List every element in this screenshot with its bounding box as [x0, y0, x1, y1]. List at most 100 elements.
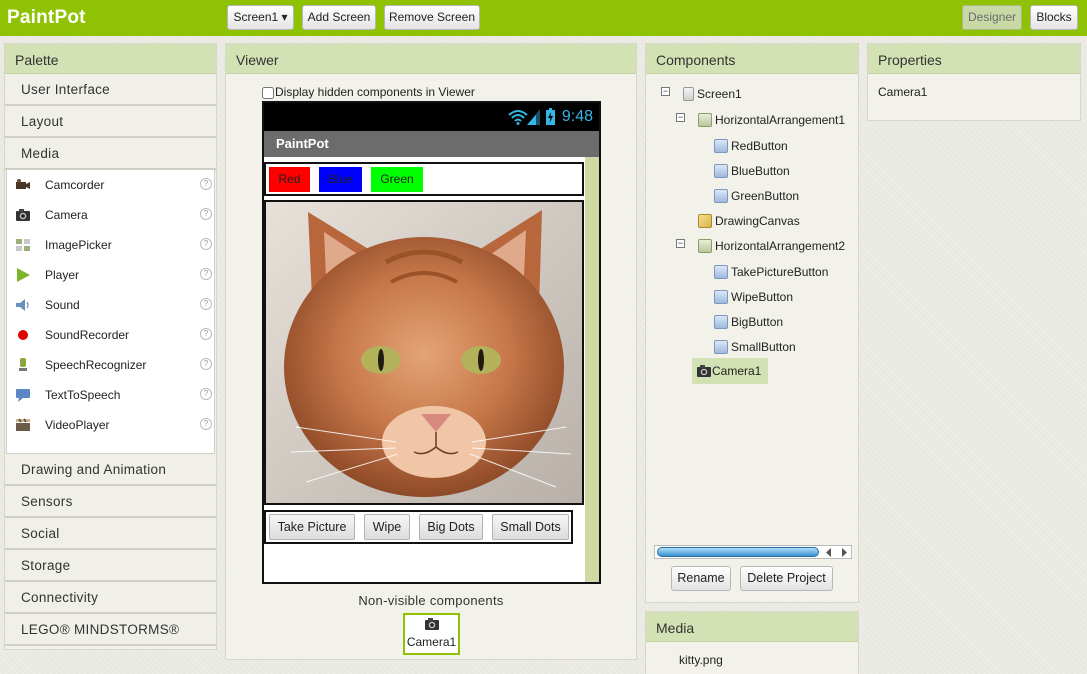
scroll-right-arrow-icon[interactable]: [840, 548, 848, 557]
horizontal-arrangement-2[interactable]: Take Picture Wipe Big Dots Small Dots: [264, 510, 573, 544]
scroll-left-arrow-icon[interactable]: [825, 548, 833, 557]
wifi-icon: [508, 110, 528, 125]
palette-item-speechrecognizer[interactable]: SpeechRecognizer ?: [7, 350, 217, 380]
help-icon[interactable]: ?: [200, 208, 212, 220]
horizontal-arrangement-1[interactable]: Red Blue Green: [264, 162, 584, 196]
screen-icon: [683, 87, 694, 101]
components-horizontal-scrollbar[interactable]: [654, 545, 852, 559]
help-icon[interactable]: ?: [200, 388, 212, 400]
palette-panel: Palette User Interface Layout Media Camc…: [4, 43, 217, 650]
designer-button[interactable]: Designer: [962, 5, 1022, 30]
palette-category-media[interactable]: Media: [5, 138, 216, 170]
collapse-ha1-icon[interactable]: −: [676, 113, 685, 122]
nonvisible-camera1[interactable]: Camera1: [403, 613, 460, 655]
palette-category-lego-mindstorms[interactable]: LEGO® MINDSTORMS®: [5, 614, 216, 646]
help-icon[interactable]: ?: [200, 178, 212, 190]
help-icon[interactable]: ?: [200, 358, 212, 370]
drawing-canvas[interactable]: [264, 200, 584, 505]
button-icon: [714, 139, 728, 153]
palette-category-social[interactable]: Social: [5, 518, 216, 550]
palette-item-soundrecorder[interactable]: SoundRecorder ?: [7, 320, 217, 350]
camcorder-icon: [16, 179, 30, 189]
tree-item-horizontalarrangement1[interactable]: HorizontalArrangement1: [698, 109, 845, 131]
properties-title: Properties: [868, 44, 1080, 74]
tree-item-camera1-selected[interactable]: Camera1: [692, 358, 768, 384]
take-picture-button[interactable]: Take Picture: [269, 514, 355, 540]
button-icon: [714, 290, 728, 304]
collapse-ha2-icon[interactable]: −: [676, 239, 685, 248]
help-icon[interactable]: ?: [200, 268, 212, 280]
camera-icon: [424, 618, 439, 630]
palette-category-drawing-animation[interactable]: Drawing and Animation: [5, 454, 216, 486]
palette-item-camera[interactable]: Camera ?: [7, 200, 217, 230]
tree-item-drawingcanvas[interactable]: DrawingCanvas: [698, 210, 800, 232]
camera-icon: [697, 365, 711, 377]
button-icon: [714, 265, 728, 279]
help-icon[interactable]: ?: [200, 328, 212, 340]
red-button[interactable]: Red: [269, 167, 310, 192]
help-icon[interactable]: ?: [200, 298, 212, 310]
viewer-panel: Viewer Display hidden components in View…: [225, 43, 637, 660]
phone-app-title: PaintPot: [264, 131, 599, 157]
palette-item-player[interactable]: Player ?: [7, 260, 217, 290]
properties-panel: Properties Camera1: [867, 43, 1081, 121]
screen-selector-dropdown[interactable]: Screen1 ▾: [227, 5, 294, 30]
horizontal-arrangement-icon: [698, 239, 712, 253]
scrollbar-thumb[interactable]: [657, 547, 819, 557]
palette-category-sensors[interactable]: Sensors: [5, 486, 216, 518]
hidden-components-checkbox[interactable]: [262, 87, 274, 99]
help-icon[interactable]: ?: [200, 238, 212, 250]
tree-item-smallbutton[interactable]: SmallButton: [714, 336, 796, 358]
phone-clock: 9:48: [561, 108, 593, 125]
clapperboard-icon: [16, 418, 30, 431]
camera-icon: [16, 209, 30, 221]
blocks-button[interactable]: Blocks: [1030, 5, 1078, 30]
imagepicker-icon: [16, 239, 30, 251]
palette-category-storage[interactable]: Storage: [5, 550, 216, 582]
nonvisible-components-label: Non-visible components: [358, 593, 504, 608]
help-icon[interactable]: ?: [200, 418, 212, 430]
palette-item-sound[interactable]: Sound ?: [7, 290, 217, 320]
canvas-icon: [698, 214, 712, 228]
blue-button[interactable]: Blue: [319, 167, 362, 192]
tree-item-screen1[interactable]: Screen1: [683, 83, 742, 105]
components-title: Components: [646, 44, 858, 74]
play-icon: [17, 268, 30, 282]
phone-preview: 9:48 PaintPot Red Blue Green Take Pictur…: [262, 101, 601, 584]
tree-item-horizontalarrangement2[interactable]: HorizontalArrangement2: [698, 235, 845, 257]
media-file-kitty[interactable]: kitty.png: [679, 653, 723, 667]
button-icon: [714, 164, 728, 178]
palette-category-user-interface[interactable]: User Interface: [5, 74, 216, 106]
palette-item-videoplayer[interactable]: VideoPlayer ?: [7, 410, 217, 440]
palette-category-layout[interactable]: Layout: [5, 106, 216, 138]
wipe-button[interactable]: Wipe: [364, 514, 410, 540]
components-panel: Components − Screen1 − HorizontalArrange…: [645, 43, 859, 603]
palette-item-camcorder[interactable]: Camcorder ?: [7, 170, 217, 200]
tree-item-redbutton[interactable]: RedButton: [714, 135, 788, 157]
tree-item-bigbutton[interactable]: BigButton: [714, 311, 783, 333]
palette-item-imagepicker[interactable]: ImagePicker ?: [7, 230, 217, 260]
media-panel: Media kitty.png: [645, 611, 859, 674]
remove-screen-button[interactable]: Remove Screen: [384, 5, 480, 30]
tree-item-wipebutton[interactable]: WipeButton: [714, 286, 793, 308]
media-component-list: Camcorder ? Camera ? ImagePicker ? Playe…: [6, 170, 215, 454]
delete-project-button[interactable]: Delete Project: [740, 566, 833, 591]
phone-scroll-strip: [585, 157, 599, 582]
add-screen-button[interactable]: Add Screen: [302, 5, 376, 30]
palette-item-texttospeech[interactable]: TextToSpeech ?: [7, 380, 217, 410]
collapse-screen1-icon[interactable]: −: [661, 87, 670, 96]
big-dots-button[interactable]: Big Dots: [419, 514, 483, 540]
app-logo[interactable]: PaintPot: [7, 7, 86, 29]
small-dots-button[interactable]: Small Dots: [492, 514, 569, 540]
button-icon: [714, 340, 728, 354]
palette-category-connectivity[interactable]: Connectivity: [5, 582, 216, 614]
phone-status-bar: 9:48: [264, 103, 599, 131]
tree-item-bluebutton[interactable]: BlueButton: [714, 160, 790, 182]
battery-icon: [546, 108, 555, 125]
tree-item-greenbutton[interactable]: GreenButton: [714, 185, 799, 207]
green-button[interactable]: Green: [371, 167, 423, 192]
tree-item-takepicturebutton[interactable]: TakePictureButton: [714, 261, 828, 283]
media-title: Media: [646, 612, 858, 642]
viewer-title: Viewer: [226, 44, 636, 74]
rename-button[interactable]: Rename: [671, 566, 731, 591]
